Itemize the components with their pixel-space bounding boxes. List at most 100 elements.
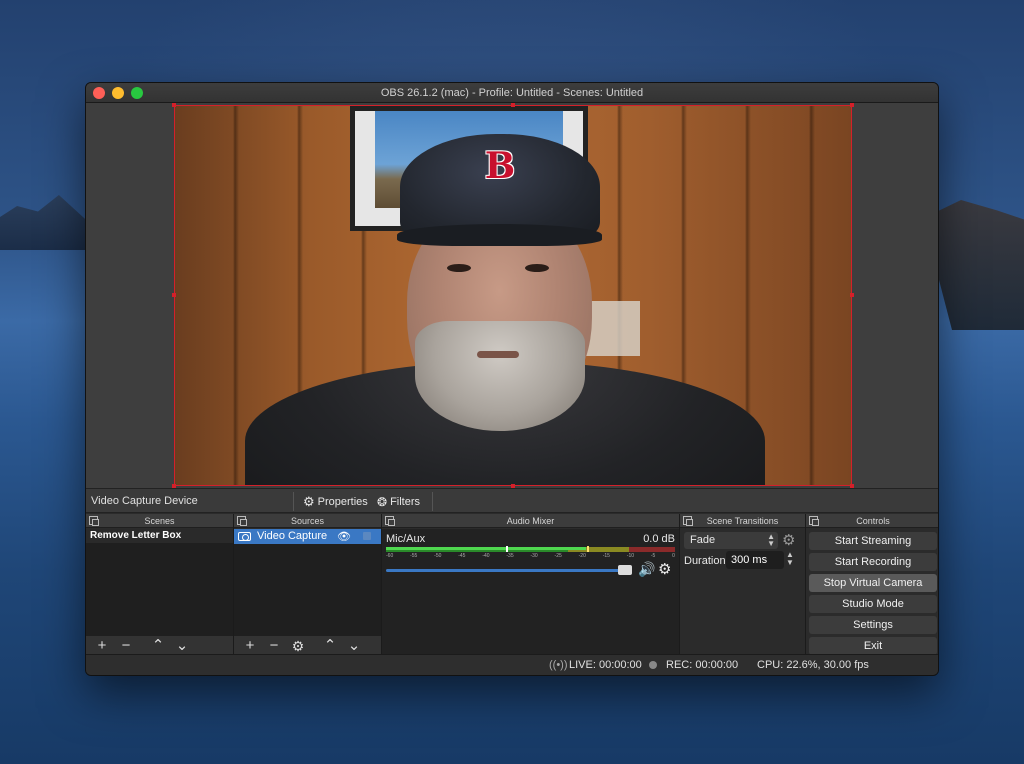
live-status: LIVE: 00:00:00 [569, 659, 642, 671]
sources-footer: + − ⚙ ⌃ ⌄ [234, 636, 381, 656]
toolbar-divider [432, 492, 433, 511]
meter-scale-tick: -40 [482, 553, 490, 559]
transition-select[interactable]: Fade ▲ ▼ [684, 532, 778, 549]
visibility-eye-icon[interactable]: 👁 [337, 530, 351, 545]
transitions-title: Scene Transitions [706, 516, 779, 526]
controls-dock: Controls Start Streaming Start Recording… [806, 514, 938, 656]
meter-scale-tick: -50 [434, 553, 442, 559]
cpu-status: CPU: 22.6%, 30.00 fps [757, 659, 869, 671]
volume-meter-peak [587, 546, 589, 552]
transition-selected-value: Fade [690, 534, 716, 546]
undock-icon[interactable] [385, 516, 395, 526]
transform-handle-tr[interactable] [850, 103, 854, 107]
scenes-header: Scenes [86, 514, 233, 528]
meter-scale-tick: -55 [410, 553, 418, 559]
meter-scale-tick: -35 [506, 553, 514, 559]
exit-button[interactable]: Exit [809, 637, 937, 655]
meter-scale-tick: -25 [554, 553, 562, 559]
controls-title: Controls [856, 516, 890, 526]
sources-list[interactable]: Video Capture 👁 [234, 529, 381, 636]
scenes-title: Scenes [144, 516, 175, 526]
scenes-list[interactable]: Remove Letter Box [86, 529, 233, 636]
lock-icon[interactable] [363, 532, 371, 540]
duration-stepper[interactable]: ▲ ▼ [786, 551, 794, 567]
status-bar: ((•)) LIVE: 00:00:00 REC: 00:00:00 CPU: … [86, 654, 938, 675]
sources-header: Sources [234, 514, 381, 528]
channel-db: 0.0 dB [643, 533, 675, 545]
window-controls [93, 87, 143, 99]
studio-mode-button[interactable]: Studio Mode [809, 595, 937, 613]
title-bar[interactable]: OBS 26.1.2 (mac) - Profile: Untitled - S… [86, 83, 938, 103]
transition-gear-icon[interactable]: ⚙ [782, 531, 795, 549]
duration-label: Duration [684, 555, 726, 567]
preview-eye-right [525, 264, 549, 272]
transform-handle-l[interactable] [172, 293, 176, 297]
undock-icon[interactable] [683, 516, 693, 526]
undock-icon[interactable] [237, 516, 247, 526]
source-properties-gear-icon[interactable]: ⚙ [286, 636, 310, 656]
mixer-body: Mic/Aux 0.0 dB -60 -55 -50 -45 -40 -35 -30 -25 -… [382, 529, 679, 656]
wallpaper-island-right [934, 200, 1024, 330]
move-source-down-button[interactable]: ⌄ [342, 636, 366, 656]
scenes-footer: + − ⌃ ⌄ [86, 636, 233, 656]
properties-button[interactable]: ⚙ Properties [299, 492, 372, 511]
close-window-button[interactable] [93, 87, 105, 99]
controls-header: Controls [806, 514, 938, 528]
preview-cap-brim [397, 224, 602, 246]
speaker-icon[interactable]: 🔊 [638, 561, 655, 578]
filters-label: Filters [390, 495, 421, 508]
scene-item[interactable]: Remove Letter Box [86, 529, 233, 543]
start-streaming-button[interactable]: Start Streaming [809, 532, 937, 550]
undock-icon[interactable] [809, 516, 819, 526]
stop-virtual-camera-button[interactable]: Stop Virtual Camera [809, 574, 937, 592]
preview-eye-left [447, 264, 471, 272]
volume-fader-track[interactable] [386, 569, 631, 572]
preview-mouth [477, 351, 519, 358]
mixer-gear-icon[interactable]: ⚙ [658, 560, 671, 578]
start-recording-button[interactable]: Start Recording [809, 553, 937, 571]
transform-handle-t[interactable] [511, 103, 515, 107]
meter-scale: -60 -55 -50 -45 -40 -35 -30 -25 -20 -15 -10 -5 0 [386, 553, 675, 562]
preview-shelf [585, 301, 640, 356]
source-toolbar: Video Capture Device ⚙ Properties ❂ Filt… [86, 488, 938, 513]
docks-row: Scenes Remove Letter Box + − ⌃ ⌄ Sources [86, 514, 938, 656]
maximize-window-button[interactable] [131, 87, 143, 99]
remove-source-button[interactable]: − [262, 636, 286, 656]
meter-scale-tick: -20 [578, 553, 586, 559]
settings-button[interactable]: Settings [809, 616, 937, 634]
video-preview[interactable]: B [174, 105, 852, 486]
meter-scale-tick: -60 [386, 553, 394, 559]
move-source-up-button[interactable]: ⌃ [318, 636, 342, 656]
filters-button[interactable]: ❂ Filters [373, 492, 424, 511]
transform-handle-r[interactable] [850, 293, 854, 297]
controls-body: Start Streaming Start Recording Stop Vir… [806, 529, 938, 656]
preview-area[interactable]: B [86, 103, 938, 488]
window-title: OBS 26.1.2 (mac) - Profile: Untitled - S… [380, 87, 644, 99]
add-source-button[interactable]: + [238, 636, 262, 656]
duration-input[interactable]: 300 ms [726, 551, 784, 569]
transform-handle-tl[interactable] [172, 103, 176, 107]
selected-source-name: Video Capture Device [91, 495, 198, 507]
source-item[interactable]: Video Capture 👁 [234, 529, 381, 544]
undock-icon[interactable] [89, 516, 99, 526]
channel-name: Mic/Aux [386, 533, 426, 545]
mixer-title: Audio Mixer [506, 516, 555, 526]
move-scene-down-button[interactable]: ⌄ [170, 636, 194, 656]
add-scene-button[interactable]: + [90, 636, 114, 656]
source-item-label: Video Capture [257, 530, 328, 542]
minimize-window-button[interactable] [112, 87, 124, 99]
scenes-dock: Scenes Remove Letter Box + − ⌃ ⌄ [86, 514, 234, 656]
volume-fader-knob[interactable] [618, 565, 632, 575]
move-scene-up-button[interactable]: ⌃ [146, 636, 170, 656]
properties-label: Properties [317, 495, 368, 508]
meter-scale-tick: -30 [530, 553, 538, 559]
remove-scene-button[interactable]: − [114, 636, 138, 656]
mixer-channel-row: Mic/Aux 0.0 dB [386, 533, 675, 547]
obs-window: OBS 26.1.2 (mac) - Profile: Untitled - S… [85, 82, 939, 676]
meter-scale-tick: -10 [626, 553, 635, 559]
meter-scale-tick: -15 [602, 553, 610, 559]
filters-icon: ❂ [377, 494, 388, 509]
meter-scale-tick: 0 [672, 553, 675, 559]
scene-transitions-dock: Scene Transitions Fade ▲ ▼ ⚙ Duration 300… [680, 514, 806, 656]
toolbar-divider [293, 492, 294, 511]
